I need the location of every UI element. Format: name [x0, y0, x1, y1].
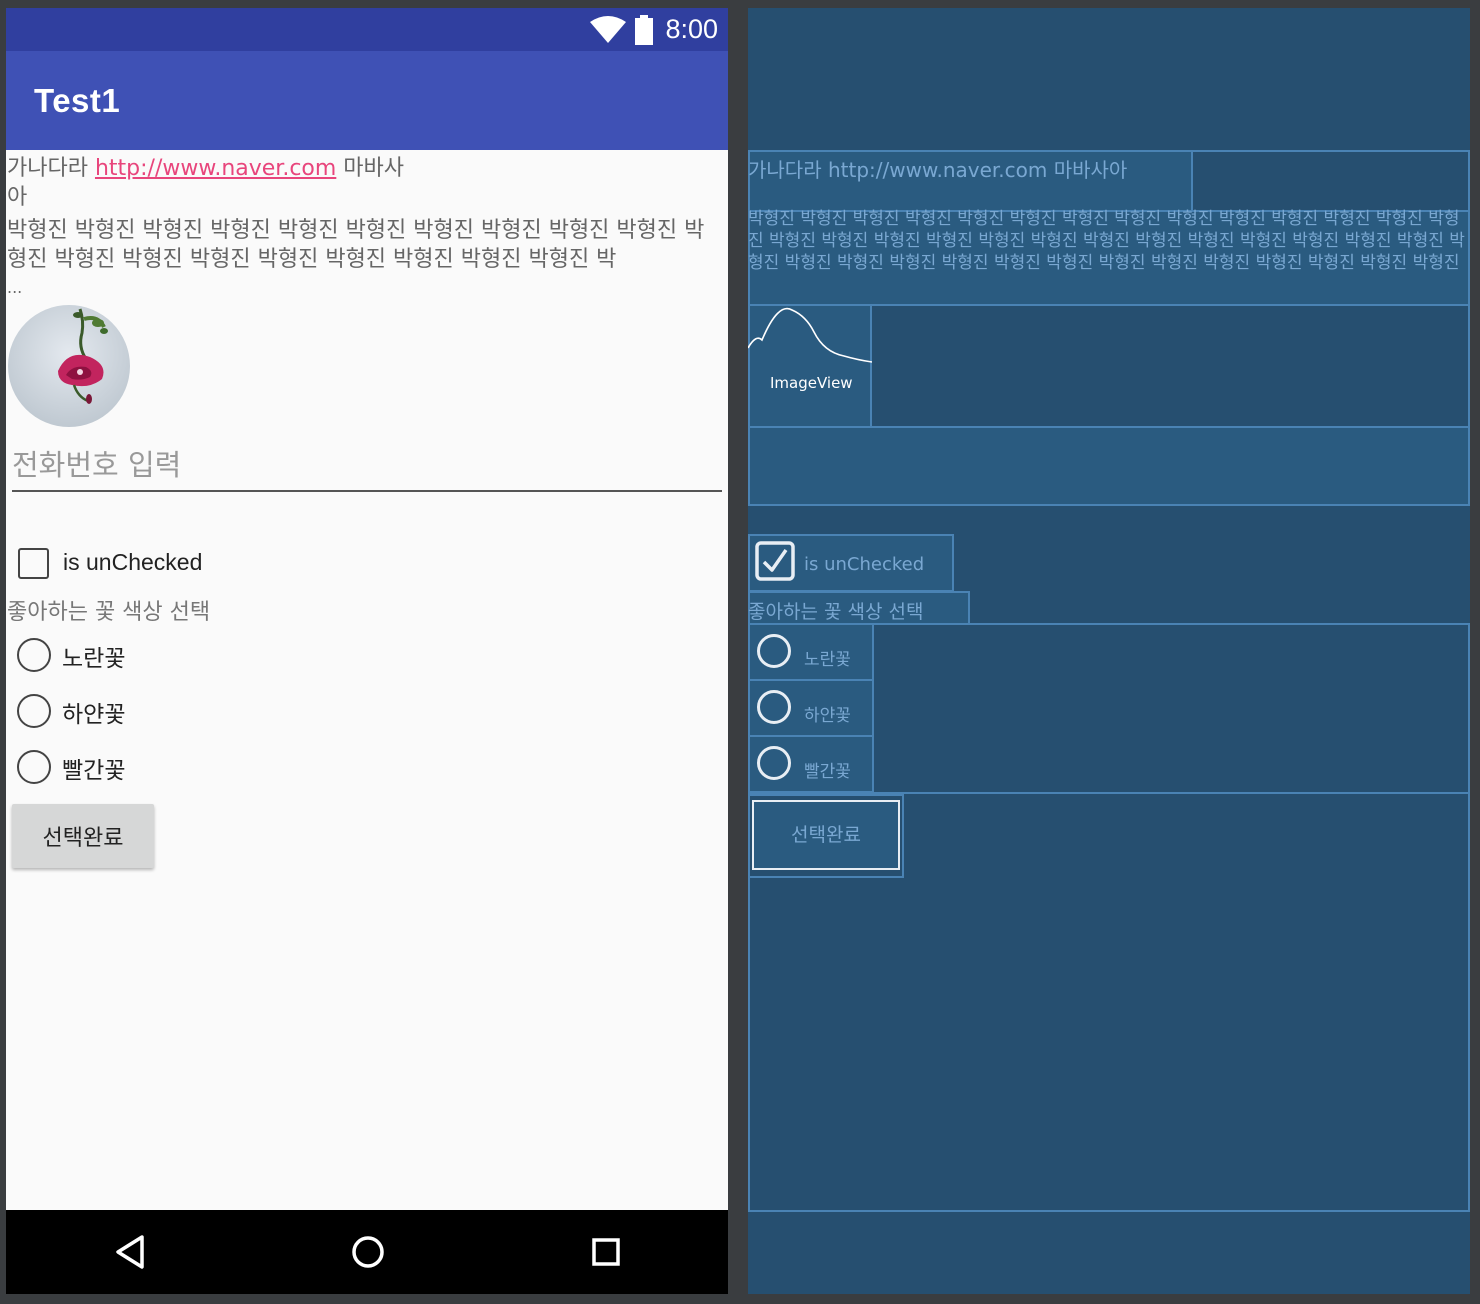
bp-checkbox-label: is unChecked	[804, 554, 925, 575]
radio-white[interactable]: 하얀꽃	[17, 692, 217, 732]
flower-image	[8, 305, 130, 427]
bp-root-layout	[748, 792, 1470, 1212]
text-ellipsis: ...	[7, 278, 23, 297]
image-placeholder-icon	[748, 307, 872, 363]
phone-number-input[interactable]	[12, 448, 722, 482]
text-view-link: 가나다라 http://www.naver.com 마바사 아	[7, 154, 437, 212]
bp-radio-label-red: 빨간꽃	[804, 762, 851, 782]
app-title: Test1	[34, 82, 121, 119]
radio-label-red: 빨간꽃	[62, 758, 126, 784]
app-bar: Test1	[6, 51, 728, 150]
flower-icon	[8, 305, 130, 427]
bp-empty-box	[1191, 150, 1470, 212]
home-icon[interactable]	[348, 1232, 388, 1272]
radio-label-yellow: 노란꽃	[62, 646, 126, 672]
bp-radio-title: 좋아하는 꽃 색상 선택	[748, 601, 924, 623]
text-view-names: 박형진 박형진 박형진 박형진 박형진 박형진 박형진 박형진 박형진 박형진 …	[7, 218, 705, 272]
navigation-bar	[6, 1210, 728, 1294]
bp-empty-box	[870, 304, 1470, 428]
uncheck-checkbox[interactable]: is unChecked	[18, 546, 278, 586]
text1-suffix: 마바사	[336, 156, 405, 181]
bp-radio-icon	[757, 690, 791, 724]
checkbox-label: is unChecked	[63, 549, 203, 575]
radio-label-white: 하얀꽃	[62, 702, 126, 728]
back-icon[interactable]	[110, 1232, 150, 1272]
text1-prefix: 가나다라	[7, 156, 95, 181]
radio-yellow[interactable]: 노란꽃	[17, 636, 217, 676]
text1-wrap: 아	[7, 185, 28, 210]
status-bar: 8:00	[6, 8, 728, 51]
status-time: 8:00	[665, 14, 718, 44]
select-done-button[interactable]: 선택완료	[12, 804, 154, 868]
bp-radio-icon	[757, 634, 791, 668]
checkbox-icon[interactable]	[18, 548, 49, 579]
design-preview: 8:00 Test1 가나다라 http://www.naver.com 마바사…	[6, 8, 728, 1294]
phone-number-field[interactable]	[12, 448, 722, 492]
bp-checkbox-checked-icon	[755, 541, 795, 581]
bp-radio-icon	[757, 746, 791, 780]
battery-icon	[635, 15, 653, 45]
radio-icon[interactable]	[17, 750, 51, 784]
bp-radio-label-yellow: 노란꽃	[804, 650, 851, 670]
recents-icon[interactable]	[586, 1232, 626, 1272]
radio-icon[interactable]	[17, 638, 51, 672]
bp-radio-label-white: 하얀꽃	[804, 706, 851, 726]
bp-text1: 가나다라 http://www.naver.com 마바사아	[748, 158, 1128, 182]
radio-icon[interactable]	[17, 694, 51, 728]
bp-text2: 박형진 박형진 박형진 박형진 박형진 박형진 박형진 박형진 박형진 박형진 …	[748, 209, 1465, 273]
radio-red[interactable]: 빨간꽃	[17, 748, 217, 788]
blueprint-preview: 가나다라 http://www.naver.com 마바사아 박형진 박형진 박…	[748, 8, 1470, 1294]
naver-link[interactable]: http://www.naver.com	[95, 156, 336, 181]
bp-input-box[interactable]	[748, 426, 1470, 506]
bp-image-label: ImageView	[770, 374, 853, 392]
wifi-icon	[590, 16, 626, 43]
radio-group-title: 좋아하는 꽃 색상 선택	[7, 600, 211, 625]
